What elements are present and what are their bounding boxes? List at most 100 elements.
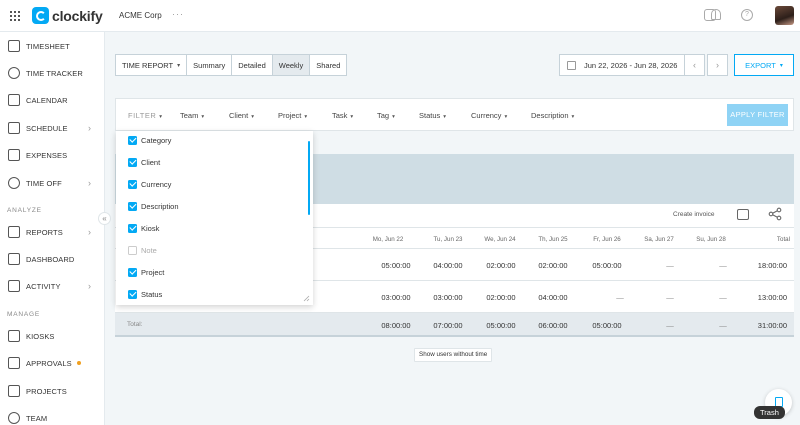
table-cell: 04:00:00 bbox=[433, 261, 463, 270]
create-invoice-link[interactable]: Create invoice bbox=[673, 211, 715, 218]
tab-shared[interactable]: Shared bbox=[310, 55, 346, 75]
dropdown-option-client[interactable]: Client bbox=[128, 156, 160, 168]
checkbox-checked[interactable] bbox=[128, 179, 137, 189]
app-logo[interactable]: clockify bbox=[32, 7, 103, 24]
sidebar-item-timesheet[interactable]: TIMESHEET bbox=[0, 35, 104, 57]
prev-week-button[interactable]: ‹ bbox=[684, 54, 705, 76]
sidebar-item-schedule[interactable]: SCHEDULE › bbox=[0, 117, 104, 139]
dropdown-option-status[interactable]: Status bbox=[128, 288, 162, 300]
filter-client[interactable]: Client ▾ bbox=[229, 111, 254, 120]
chevron-right-icon: › bbox=[88, 281, 91, 291]
sidebar-item-activity[interactable]: ACTIVITY › bbox=[0, 275, 104, 297]
reports-icon bbox=[8, 226, 20, 238]
column-header: We, Jun 24 bbox=[484, 236, 516, 243]
table-cell: — bbox=[666, 261, 674, 270]
print-icon[interactable] bbox=[737, 209, 749, 220]
dropdown-option-category[interactable]: Category bbox=[128, 134, 171, 146]
date-range-text: Jun 22, 2026 - Jun 28, 2026 bbox=[584, 60, 678, 70]
table-total-row: Total: 08:00:00 07:00:00 05:00:00 06:00:… bbox=[115, 313, 794, 337]
filter-team[interactable]: Team ▾ bbox=[180, 111, 204, 120]
checkbox-checked[interactable] bbox=[128, 223, 137, 233]
row-total: 18:00:00 bbox=[757, 261, 787, 270]
dropdown-scrollbar[interactable] bbox=[308, 141, 310, 215]
top-bar: clockify ACME Corp ··· ? bbox=[0, 0, 800, 32]
filter-title: FILTER bbox=[128, 111, 157, 120]
sidebar-item-label: EXPENSES bbox=[26, 150, 68, 160]
table-cell: 05:00:00 bbox=[592, 261, 622, 270]
table-cell: 05:00:00 bbox=[486, 321, 516, 330]
checkbox-checked[interactable] bbox=[128, 201, 137, 211]
tab-weekly[interactable]: Weekly bbox=[272, 55, 311, 75]
sidebar-item-approvals[interactable]: APPROVALS bbox=[0, 352, 104, 374]
checkbox-unchecked[interactable] bbox=[128, 245, 137, 255]
tab-summary[interactable]: Summary bbox=[187, 55, 233, 75]
sidebar-item-time-off[interactable]: TIME OFF › bbox=[0, 172, 104, 194]
dropdown-option-note[interactable]: Note bbox=[128, 244, 157, 256]
filter-bar: FILTER ▾ Team ▾ Client ▾ Project ▾ Task ▾ Tag… bbox=[115, 98, 794, 131]
sidebar-item-projects[interactable]: PROJECTS bbox=[0, 380, 104, 402]
sidebar-item-label: TIME OFF bbox=[26, 178, 62, 188]
grand-total: 31:00:00 bbox=[757, 321, 787, 330]
sidebar-item-dashboard[interactable]: DASHBOARD bbox=[0, 248, 104, 270]
column-header: Th, Jun 25 bbox=[538, 236, 568, 243]
chevron-down-icon: ▾ bbox=[201, 114, 205, 120]
apps-grid-icon[interactable] bbox=[10, 11, 20, 21]
checkbox-checked[interactable] bbox=[128, 157, 137, 167]
apply-filter-button[interactable]: APPLY FILTER bbox=[727, 104, 788, 126]
sidebar-item-kiosks[interactable]: KIOSKS bbox=[0, 325, 104, 347]
next-week-button[interactable]: › bbox=[707, 54, 728, 76]
filter-label: Client bbox=[229, 111, 249, 120]
table-cell: 03:00:00 bbox=[433, 293, 463, 302]
filter-currency[interactable]: Currency ▾ bbox=[471, 111, 507, 120]
sidebar-item-expenses[interactable]: EXPENSES bbox=[0, 144, 104, 166]
sidebar-item-reports[interactable]: REPORTS › bbox=[0, 221, 104, 243]
export-button[interactable]: EXPORT ▾ bbox=[734, 54, 794, 76]
filter-toggle[interactable]: FILTER ▾ bbox=[128, 111, 162, 120]
sidebar-item-label: REPORTS bbox=[26, 227, 63, 237]
tab-detailed[interactable]: Detailed bbox=[232, 55, 273, 75]
dropdown-option-description[interactable]: Description bbox=[128, 200, 179, 212]
sidebar-item-team[interactable]: TEAM bbox=[0, 407, 104, 425]
workspace-menu-icon[interactable]: ··· bbox=[172, 9, 184, 19]
help-icon[interactable]: ? bbox=[741, 9, 753, 21]
sidebar-item-label: CALENDAR bbox=[26, 95, 68, 105]
chevron-down-icon: ▾ bbox=[443, 114, 447, 120]
option-label: Note bbox=[141, 245, 157, 255]
option-label: Currency bbox=[141, 179, 172, 189]
filter-description[interactable]: Description ▾ bbox=[531, 111, 574, 120]
dropdown-option-currency[interactable]: Currency bbox=[128, 178, 171, 190]
bell-icon[interactable] bbox=[711, 9, 721, 20]
show-users-without-time-button[interactable]: Show users without time bbox=[414, 348, 493, 362]
chevron-down-icon: ▾ bbox=[159, 114, 163, 120]
sidebar-item-label: SCHEDULE bbox=[26, 123, 68, 133]
filter-label: Description bbox=[531, 111, 569, 120]
filter-tag[interactable]: Tag ▾ bbox=[377, 111, 395, 120]
report-type-select[interactable]: TIME REPORT ▾ bbox=[116, 55, 188, 75]
resize-handle-icon[interactable] bbox=[303, 295, 310, 302]
date-range-picker[interactable]: Jun 22, 2026 - Jun 28, 2026 bbox=[559, 54, 685, 76]
collapse-sidebar-button[interactable]: « bbox=[98, 212, 111, 225]
option-label: Description bbox=[141, 201, 179, 211]
calendar-icon bbox=[567, 60, 576, 70]
workspace-name[interactable]: ACME Corp bbox=[119, 11, 162, 20]
share-icon[interactable] bbox=[768, 207, 782, 221]
filter-project[interactable]: Project ▾ bbox=[278, 111, 307, 120]
table-cell: — bbox=[666, 321, 674, 330]
sidebar-item-calendar[interactable]: CALENDAR bbox=[0, 89, 104, 111]
expenses-icon bbox=[8, 149, 20, 161]
table-cell: 07:00:00 bbox=[433, 321, 463, 330]
dropdown-option-kiosk[interactable]: Kiosk bbox=[128, 222, 159, 234]
dropdown-option-project[interactable]: Project bbox=[128, 266, 164, 278]
checkbox-checked[interactable] bbox=[128, 289, 137, 299]
section-label-analyze: ANALYZE bbox=[7, 207, 42, 214]
filter-task[interactable]: Task ▾ bbox=[332, 111, 353, 120]
sidebar-item-time-tracker[interactable]: TIME TRACKER bbox=[0, 62, 104, 84]
checkbox-checked[interactable] bbox=[128, 267, 137, 277]
option-label: Project bbox=[141, 267, 165, 277]
table-cell: — bbox=[719, 321, 727, 330]
schedule-icon bbox=[8, 122, 20, 134]
checkbox-checked[interactable] bbox=[128, 135, 137, 145]
avatar[interactable] bbox=[775, 6, 794, 25]
table-cell: 05:00:00 bbox=[592, 321, 622, 330]
filter-status[interactable]: Status ▾ bbox=[419, 111, 446, 120]
